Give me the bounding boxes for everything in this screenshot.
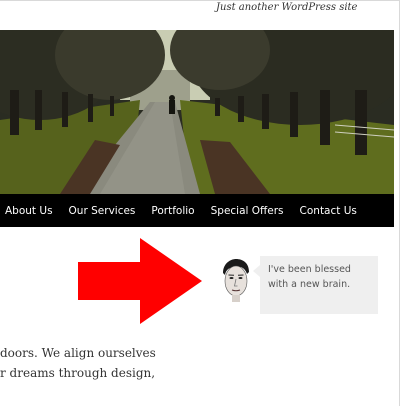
main-navigation: About Us Our Services Portfolio Special … xyxy=(0,194,394,227)
face-avatar-icon xyxy=(219,259,252,302)
body-text-line: r dreams through design, xyxy=(0,366,156,380)
nav-item-portfolio[interactable]: Portfolio xyxy=(151,205,194,217)
nav-item-our-services[interactable]: Our Services xyxy=(69,205,136,217)
nav-item-contact-us[interactable]: Contact Us xyxy=(300,205,357,217)
avatar xyxy=(219,259,252,302)
body-text: doors. We align ourselves r dreams throu… xyxy=(0,343,200,383)
nav-item-special-offers[interactable]: Special Offers xyxy=(211,205,284,217)
testimonial-text: I've been blessed with a new brain. xyxy=(268,264,351,290)
red-arrow-icon xyxy=(78,238,202,328)
body-text-line: doors. We align ourselves xyxy=(0,346,156,360)
site-tagline: Just another WordPress site xyxy=(216,2,358,13)
header-image xyxy=(0,30,394,194)
testimonial-bubble: I've been blessed with a new brain. xyxy=(253,256,378,314)
tree-lined-avenue-image xyxy=(0,30,394,194)
nav-item-about-us[interactable]: About Us xyxy=(5,205,53,217)
